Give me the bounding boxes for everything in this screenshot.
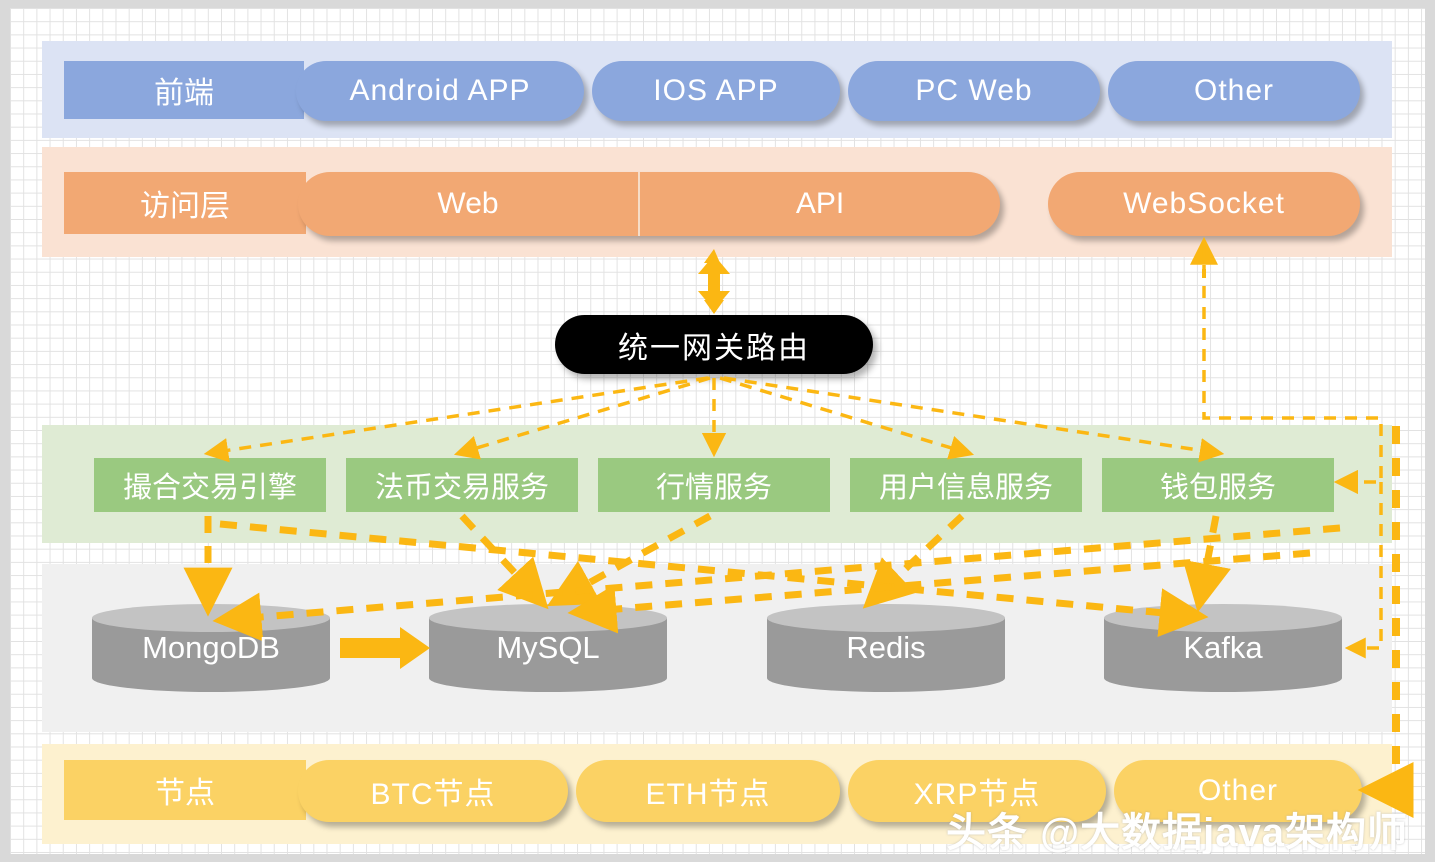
watermark-text: 头条 @大数据java架构师 (946, 811, 1408, 854)
storage-item-label: Kafka (1183, 630, 1263, 665)
service-item-label: 钱包服务 (1159, 472, 1276, 504)
storage-item-label: Redis (846, 630, 926, 665)
service-item-label: 行情服务 (655, 472, 772, 504)
storage-item-kafka[interactable]: Kafka (1104, 604, 1342, 692)
access-layer-label: 访问层 (64, 172, 306, 234)
node-item-label: ETH节点 (645, 778, 771, 811)
service-item-market-data[interactable]: 行情服务 (598, 458, 830, 512)
frontend-item-label: Android APP (349, 74, 531, 107)
service-item-label: 用户信息服务 (878, 472, 1053, 504)
gateway-label: 统一网关路由 (618, 331, 810, 365)
storage-item-mysql[interactable]: MySQL (429, 604, 667, 692)
access-item-api[interactable]: API (640, 172, 1000, 236)
frontend-item-label: IOS APP (653, 74, 779, 107)
service-item-label: 法币交易服务 (374, 472, 549, 504)
service-item-user-info[interactable]: 用户信息服务 (850, 458, 1082, 512)
node-item-btc[interactable]: BTC节点 (298, 760, 568, 822)
service-item-wallet[interactable]: 钱包服务 (1102, 458, 1334, 512)
frontend-item-label: Other (1193, 74, 1275, 107)
frontend-item-label: PC Web (915, 74, 1033, 107)
service-item-label: 撮合交易引擎 (122, 472, 297, 504)
node-layer-label: 节点 (64, 760, 306, 820)
storage-item-mongodb[interactable]: MongoDB (92, 604, 330, 692)
access-item-websocket[interactable]: WebSocket (1048, 172, 1360, 236)
frontend-layer-label-text: 前端 (154, 77, 214, 110)
diagram-canvas: 前端 Android APP IOS APP PC Web Other 访问层 … (10, 8, 1425, 854)
access-item-label: Web (437, 187, 499, 220)
access-item-label: WebSocket (1123, 187, 1285, 220)
storage-item-label: MySQL (496, 630, 600, 665)
access-item-web[interactable]: Web (298, 172, 638, 236)
frontend-item-other[interactable]: Other (1108, 61, 1360, 121)
node-layer-label-text: 节点 (155, 777, 215, 810)
access-layer-label-text: 访问层 (140, 190, 230, 223)
storage-item-label: MongoDB (142, 630, 280, 665)
storage-item-redis[interactable]: Redis (767, 604, 1005, 692)
service-item-matching-engine[interactable]: 撮合交易引擎 (94, 458, 326, 512)
access-item-label: API (795, 187, 845, 220)
frontend-item-pcweb[interactable]: PC Web (848, 61, 1100, 121)
frontend-layer-label: 前端 (64, 61, 304, 119)
node-item-label: BTC节点 (370, 778, 496, 811)
arrow-access-to-gateway (698, 249, 730, 314)
frontend-item-android[interactable]: Android APP (296, 61, 584, 121)
node-item-eth[interactable]: ETH节点 (576, 760, 840, 822)
gateway-node[interactable]: 统一网关路由 (555, 315, 873, 374)
frontend-item-ios[interactable]: IOS APP (592, 61, 840, 121)
service-item-fiat-trading[interactable]: 法币交易服务 (346, 458, 578, 512)
